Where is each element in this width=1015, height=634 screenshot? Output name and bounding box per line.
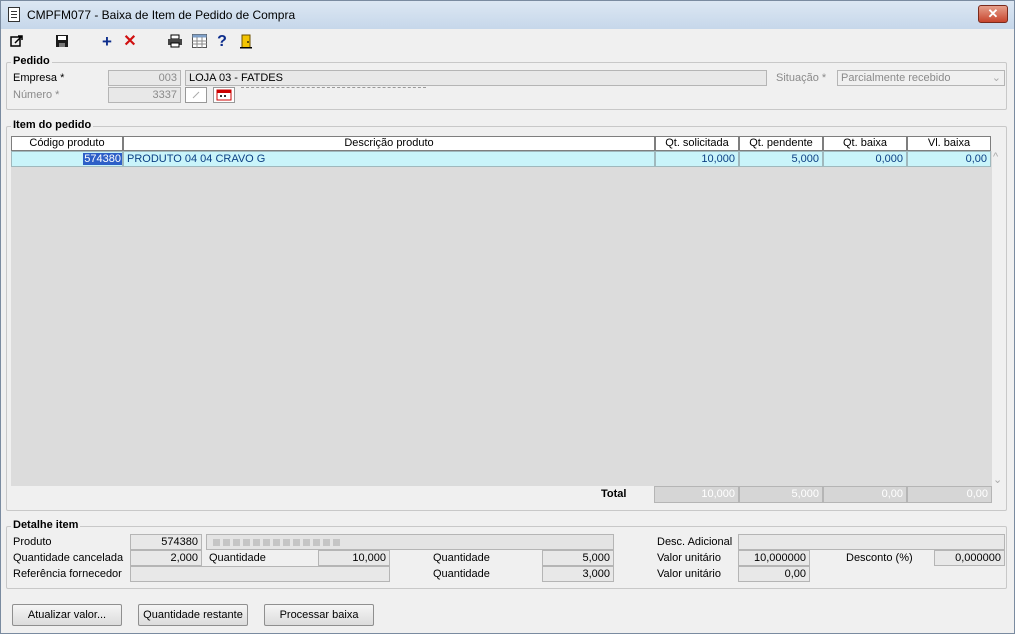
situacao-label: Situação * (776, 72, 827, 84)
title-bar: CMPFM077 - Baixa de Item de Pedido de Co… (1, 1, 1014, 29)
atualizar-valor-button[interactable]: Atualizar valor... (12, 604, 122, 626)
cell-vl-baixa[interactable]: 0,00 (907, 151, 991, 167)
col-vl-baixa[interactable]: Vl. baixa (907, 136, 991, 151)
numero-field[interactable]: 3337 (108, 87, 181, 103)
quantidade-field[interactable]: 10,000 (318, 550, 390, 566)
main-window: CMPFM077 - Baixa de Item de Pedido de Co… (0, 0, 1015, 634)
empresa-label: Empresa * (13, 72, 65, 84)
desc-adicional-field[interactable] (738, 534, 1005, 550)
desconto-label: Desconto (%) (846, 552, 913, 564)
ref-fornecedor-label: Referência fornecedor (13, 568, 122, 580)
valor-unitario-label: Valor unitário (657, 552, 721, 564)
print-icon[interactable] (167, 34, 183, 50)
empresa-code-field[interactable]: 003 (108, 70, 181, 86)
document-icon (8, 7, 20, 22)
situacao-select[interactable]: Parcialmente recebido ⌄ (837, 70, 1005, 86)
produto-name-field[interactable] (206, 534, 614, 550)
chevron-down-icon: ⌄ (991, 72, 1001, 84)
quantidade-restante-button[interactable]: Quantidade restante (138, 604, 248, 626)
ref-fornecedor-field[interactable] (130, 566, 390, 582)
exit-icon[interactable] (238, 34, 254, 50)
valor-unitario2-label: Valor unitário (657, 568, 721, 580)
desconto-field[interactable]: 0,000000 (934, 550, 1005, 566)
produto-label: Produto (13, 536, 52, 548)
total-vl-baixa: 0,00 (907, 486, 992, 503)
qtd-cancelada-field[interactable]: 2,000 (130, 550, 202, 566)
add-icon[interactable]: + (99, 33, 115, 50)
quantidade2-label: Quantidade (433, 552, 490, 564)
pedido-group-title: Pedido (11, 55, 52, 67)
calendar-button[interactable] (213, 87, 235, 103)
col-codigo-produto[interactable]: Código produto (11, 136, 123, 151)
cell-qt-solicitada[interactable]: 10,000 (655, 151, 739, 167)
redacted-line (241, 87, 426, 88)
grid-icon[interactable] (191, 34, 207, 50)
delete-icon[interactable]: ✕ (122, 34, 138, 50)
cell-descricao-produto[interactable]: PRODUTO 04 04 CRAVO G (123, 151, 655, 167)
redacted-text (213, 539, 343, 546)
quantidade3-field[interactable]: 3,000 (542, 566, 614, 582)
produto-code-field[interactable]: 574380 (130, 534, 202, 550)
numero-label: Número * (13, 89, 60, 101)
quantidade-label: Quantidade (209, 552, 266, 564)
help-icon[interactable]: ? (214, 34, 230, 50)
cell-qt-pendente[interactable]: 5,000 (739, 151, 823, 167)
save-icon[interactable] (54, 34, 70, 50)
col-qt-baixa[interactable]: Qt. baixa (823, 136, 907, 151)
close-button[interactable]: ✕ (978, 5, 1008, 23)
valor-unitario2-field[interactable]: 0,00 (738, 566, 810, 582)
export-icon[interactable] (9, 34, 25, 50)
calendar-icon (216, 89, 232, 101)
cell-codigo-produto[interactable]: 574380 (11, 151, 123, 167)
total-qt-pendente: 5,000 (739, 486, 823, 503)
empresa-name-field[interactable]: LOJA 03 - FATDES (185, 70, 767, 86)
item-group-title: Item do pedido (11, 119, 94, 131)
scroll-up-icon[interactable]: ^ (993, 151, 998, 163)
scroll-down-icon[interactable]: ⌄ (993, 473, 1002, 486)
total-qt-solicitada: 10,000 (654, 486, 739, 503)
quantidade2-field[interactable]: 5,000 (542, 550, 614, 566)
grid-scrollbar[interactable]: ^ ⌄ (992, 151, 1004, 486)
col-qt-solicitada[interactable]: Qt. solicitada (655, 136, 739, 151)
qtd-cancelada-label: Quantidade cancelada (13, 552, 124, 564)
cell-qt-baixa[interactable]: 0,000 (823, 151, 907, 167)
col-descricao-produto[interactable]: Descrição produto (123, 136, 655, 151)
search-order-button[interactable] (185, 87, 207, 103)
processar-baixa-button[interactable]: Processar baixa (264, 604, 374, 626)
desc-adicional-label: Desc. Adicional (657, 536, 733, 548)
situacao-value: Parcialmente recebido (841, 72, 951, 84)
col-qt-pendente[interactable]: Qt. pendente (739, 136, 823, 151)
valor-unitario-field[interactable]: 10,000000 (738, 550, 810, 566)
total-label: Total (601, 488, 627, 500)
total-qt-baixa: 0,00 (823, 486, 907, 503)
search-icon (192, 91, 200, 99)
window-title: CMPFM077 - Baixa de Item de Pedido de Co… (27, 8, 296, 22)
detalhe-group-title: Detalhe item (11, 519, 81, 531)
item-grid-body (11, 151, 992, 486)
quantidade3-label: Quantidade (433, 568, 490, 580)
